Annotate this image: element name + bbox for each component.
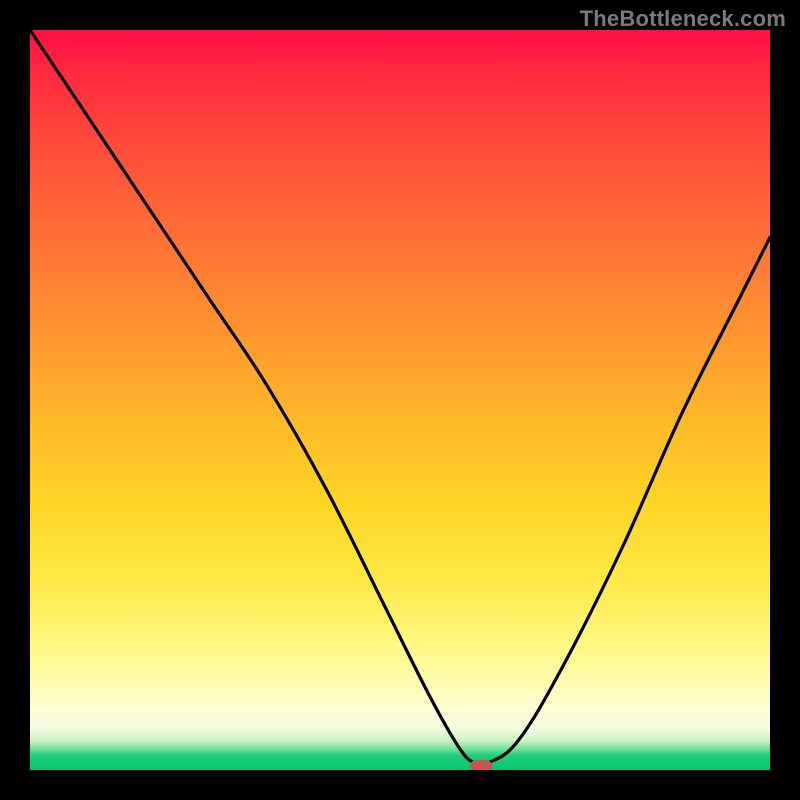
optimum-marker	[470, 760, 492, 770]
bottleneck-curve	[30, 30, 770, 770]
watermark-text: TheBottleneck.com	[580, 6, 786, 32]
plot-area	[30, 30, 770, 770]
curve-path	[30, 30, 770, 765]
chart-frame: TheBottleneck.com	[0, 0, 800, 800]
